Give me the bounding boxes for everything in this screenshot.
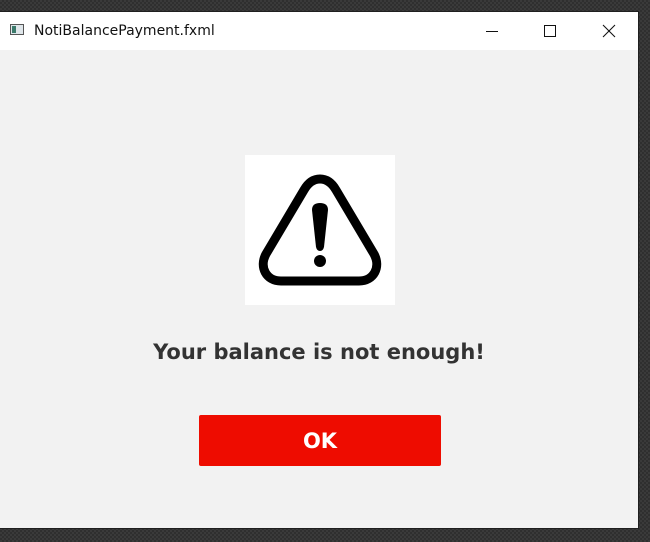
close-icon — [602, 24, 616, 38]
window-title: NotiBalancePayment.fxml — [34, 23, 215, 39]
maximize-button[interactable] — [521, 12, 579, 50]
app-icon — [10, 24, 24, 35]
warning-triangle-icon — [258, 174, 382, 286]
ok-button[interactable]: OK — [199, 415, 441, 466]
balance-message: Your balance is not enough! — [153, 340, 485, 364]
close-button[interactable] — [580, 12, 638, 50]
title-bar[interactable]: NotiBalancePayment.fxml — [0, 12, 638, 50]
maximize-icon — [544, 25, 556, 37]
app-window: NotiBalancePayment.fxml Your balance is … — [0, 12, 638, 528]
minimize-icon — [486, 31, 498, 32]
warning-image — [245, 155, 395, 305]
dialog-content: Your balance is not enough! OK — [0, 50, 638, 528]
minimize-button[interactable] — [463, 12, 521, 50]
